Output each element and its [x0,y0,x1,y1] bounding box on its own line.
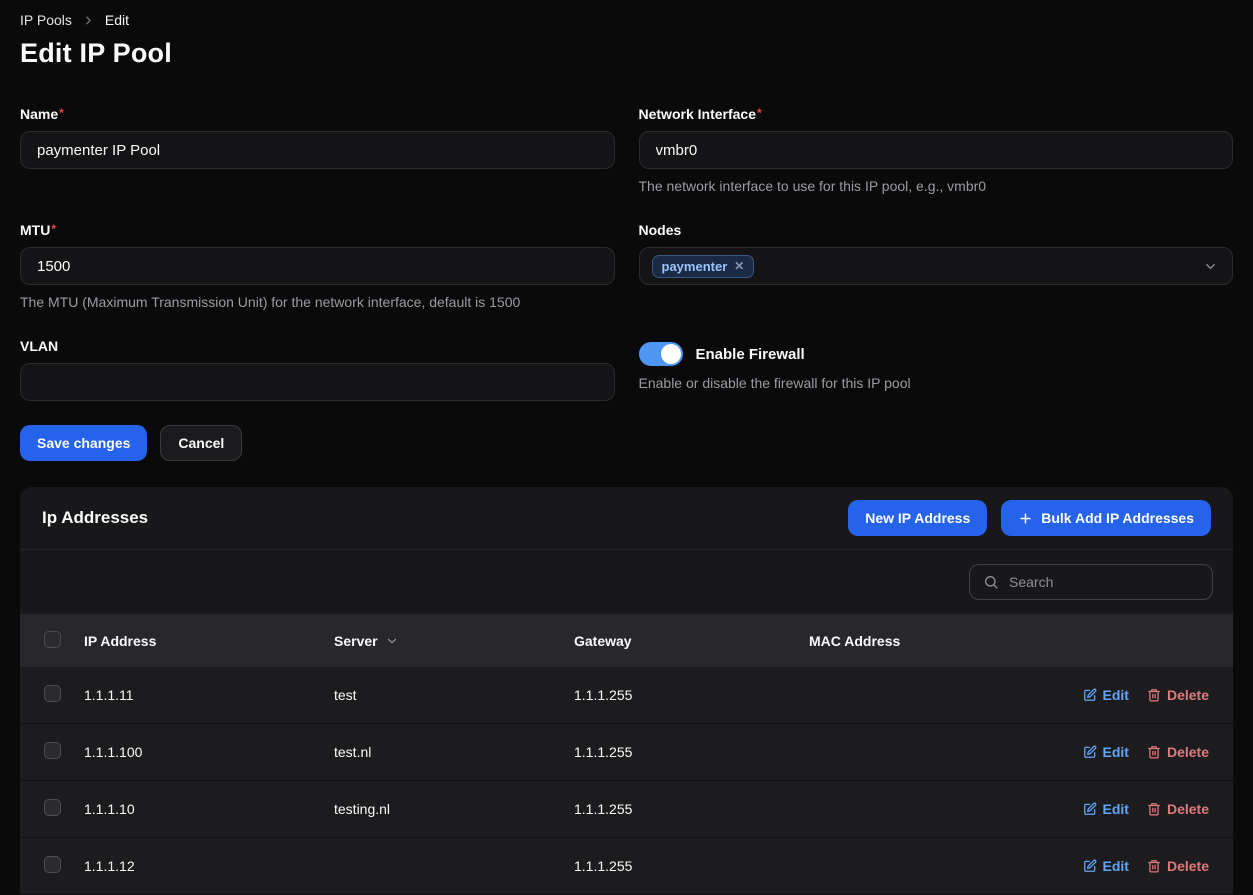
edit-pencil-icon [1083,859,1097,873]
mtu-field-group: MTU* The MTU (Maximum Transmission Unit)… [20,222,615,310]
nodes-label: Nodes [639,222,1234,238]
cell-gateway: 1.1.1.255 [574,858,809,874]
breadcrumb-ip-pools[interactable]: IP Pools [20,12,72,28]
table-header-row: IP Address Server Gateway MAC Address [20,614,1233,667]
edit-button[interactable]: Edit [1083,858,1129,874]
edit-pencil-icon [1083,802,1097,816]
network-interface-field-group: Network Interface* The network interface… [639,106,1234,194]
name-label: Name* [20,106,615,122]
row-checkbox[interactable] [44,799,61,816]
column-header-ip-address[interactable]: IP Address [84,633,334,649]
edit-button[interactable]: Edit [1083,744,1129,760]
cell-ip-address: 1.1.1.12 [84,858,334,874]
cell-server: test.nl [334,744,574,760]
breadcrumb-edit: Edit [105,12,129,28]
bulk-add-ip-addresses-button[interactable]: Bulk Add IP Addresses [1001,500,1211,536]
node-tag-label: paymenter [662,259,728,274]
required-asterisk: * [757,106,762,120]
ip-addresses-header: Ip Addresses New IP Address Bulk Add IP … [20,487,1233,550]
network-interface-input[interactable] [639,131,1234,169]
mtu-label: MTU* [20,222,615,238]
column-header-server[interactable]: Server [334,633,574,649]
mtu-hint: The MTU (Maximum Transmission Unit) for … [20,294,615,310]
table-row: 1.1.1.11 test 1.1.1.255 Edit Delete [20,667,1233,724]
vlan-input[interactable] [20,363,615,401]
ip-pool-form: Name* Network Interface* The network int… [20,106,1233,461]
column-header-mac-address[interactable]: MAC Address [809,633,1013,649]
row-checkbox[interactable] [44,685,61,702]
name-field-group: Name* [20,106,615,194]
plus-icon [1018,511,1033,526]
required-asterisk: * [51,222,56,236]
cell-gateway: 1.1.1.255 [574,687,809,703]
table-toolbar [20,550,1233,614]
row-checkbox[interactable] [44,742,61,759]
breadcrumb: IP Pools Edit [20,12,1233,28]
vlan-field-group: VLAN [20,338,615,401]
node-tag: paymenter ✕ [652,255,755,278]
search-box[interactable] [969,564,1213,600]
edit-pencil-icon [1083,745,1097,759]
new-ip-address-button[interactable]: New IP Address [848,500,987,536]
cell-server: testing.nl [334,801,574,817]
cell-gateway: 1.1.1.255 [574,744,809,760]
firewall-hint: Enable or disable the firewall for this … [639,375,1234,391]
table-row: 1.1.1.12 1.1.1.255 Edit Delete [20,838,1233,895]
nodes-field-group: Nodes paymenter ✕ [639,222,1234,310]
row-checkbox[interactable] [44,856,61,873]
network-interface-label: Network Interface* [639,106,1234,122]
cell-gateway: 1.1.1.255 [574,801,809,817]
trash-icon [1147,802,1161,816]
delete-button[interactable]: Delete [1147,858,1209,874]
column-header-gateway[interactable]: Gateway [574,633,809,649]
sort-chevron-down-icon [385,634,399,648]
toggle-knob [661,344,681,364]
required-asterisk: * [59,106,64,120]
select-all-checkbox[interactable] [44,631,61,648]
firewall-toggle[interactable] [639,342,683,366]
name-input[interactable] [20,131,615,169]
chevron-right-icon [82,14,95,27]
form-actions: Save changes Cancel [20,425,1233,461]
table-row: 1.1.1.10 testing.nl 1.1.1.255 Edit Delet… [20,781,1233,838]
nodes-select[interactable]: paymenter ✕ [639,247,1234,285]
search-input[interactable] [1009,574,1199,590]
table-body: 1.1.1.11 test 1.1.1.255 Edit Delete 1.1.… [20,667,1233,895]
chevron-down-icon [1203,259,1218,274]
table-row: 1.1.1.100 test.nl 1.1.1.255 Edit Delete [20,724,1233,781]
delete-button[interactable]: Delete [1147,744,1209,760]
cell-server: test [334,687,574,703]
edit-pencil-icon [1083,688,1097,702]
trash-icon [1147,859,1161,873]
firewall-field-group: Enable Firewall Enable or disable the fi… [639,338,1234,401]
search-icon [983,574,999,590]
remove-tag-icon[interactable]: ✕ [734,259,744,273]
delete-button[interactable]: Delete [1147,801,1209,817]
trash-icon [1147,688,1161,702]
edit-ip-pool-page: IP Pools Edit Edit IP Pool Name* Network… [0,0,1253,895]
delete-button[interactable]: Delete [1147,687,1209,703]
ip-addresses-title: Ip Addresses [42,508,148,528]
edit-button[interactable]: Edit [1083,687,1129,703]
cell-ip-address: 1.1.1.11 [84,687,334,703]
vlan-label: VLAN [20,338,615,354]
network-interface-hint: The network interface to use for this IP… [639,178,1234,194]
edit-button[interactable]: Edit [1083,801,1129,817]
trash-icon [1147,745,1161,759]
firewall-label: Enable Firewall [696,346,805,363]
cell-ip-address: 1.1.1.10 [84,801,334,817]
mtu-input[interactable] [20,247,615,285]
cell-ip-address: 1.1.1.100 [84,744,334,760]
save-button[interactable]: Save changes [20,425,147,461]
ip-addresses-card: Ip Addresses New IP Address Bulk Add IP … [20,487,1233,895]
page-title: Edit IP Pool [20,38,1233,69]
cancel-button[interactable]: Cancel [160,425,242,461]
